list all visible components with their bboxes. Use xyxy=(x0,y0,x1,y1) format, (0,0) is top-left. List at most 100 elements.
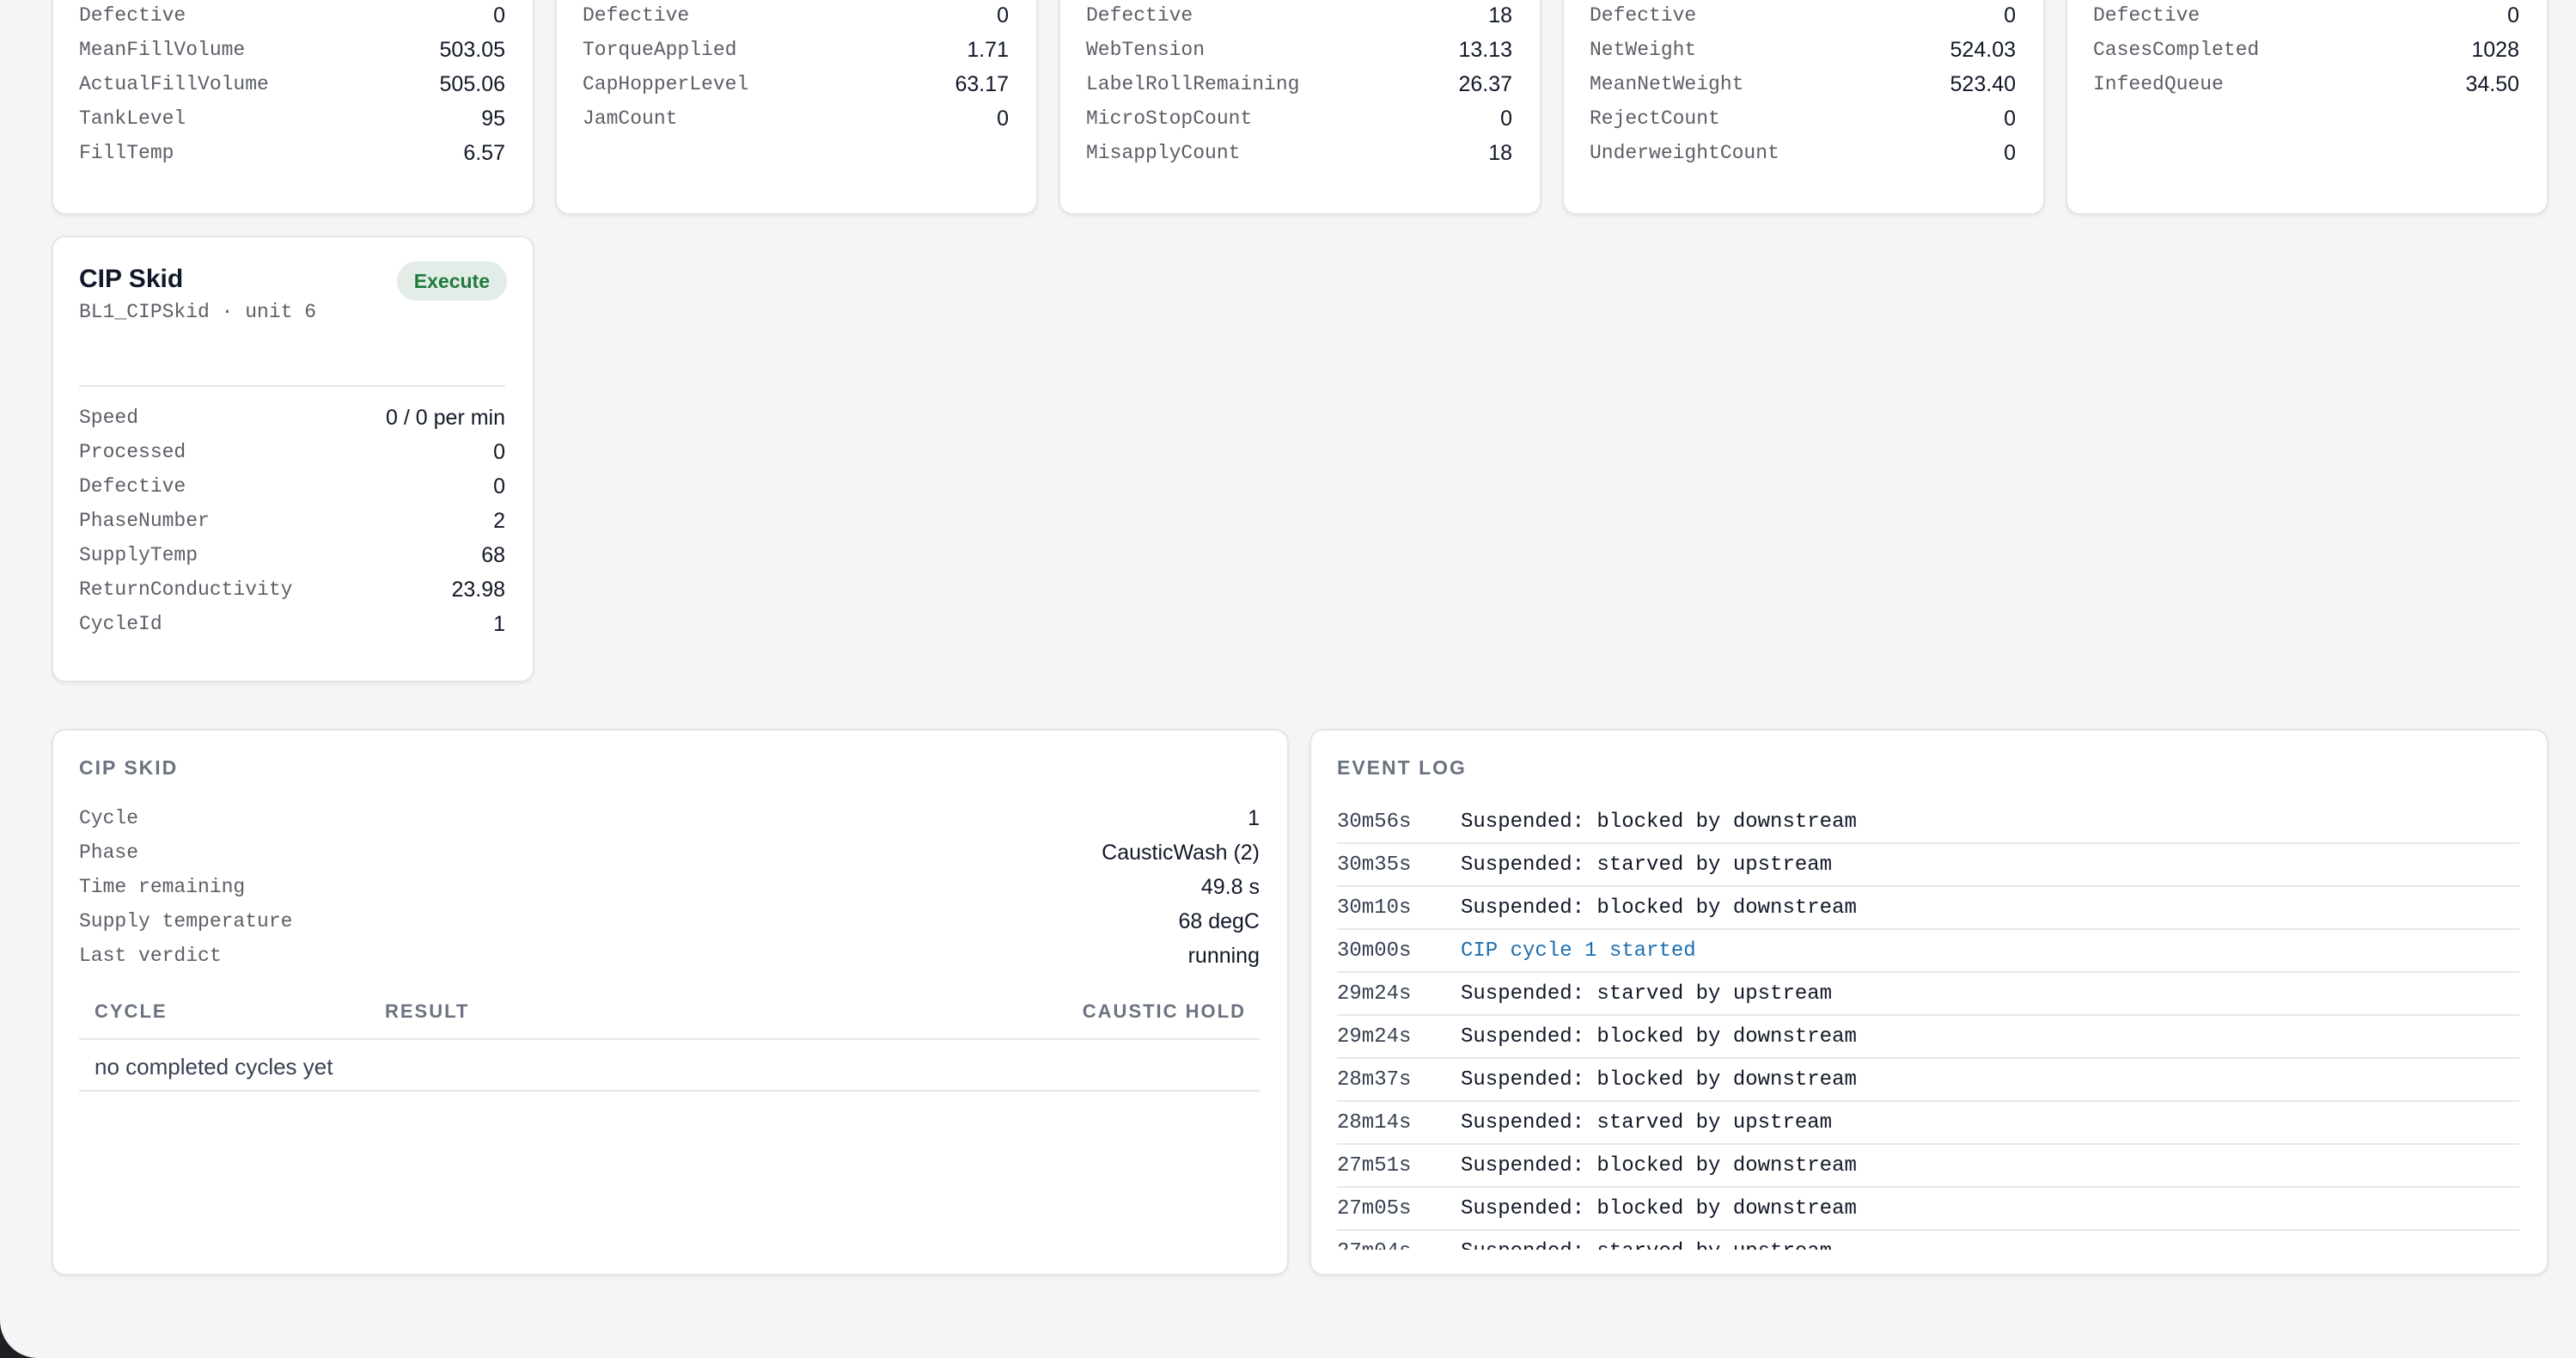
metric-label: SupplyTemp xyxy=(79,544,198,566)
metric-value: 1028 xyxy=(2471,37,2519,62)
log-message: Suspended: blocked by downstream xyxy=(1461,1153,1857,1178)
log-message: Suspended: blocked by downstream xyxy=(1461,896,1857,920)
log-entry: 27m04sSuspended: starved by upstream xyxy=(1337,1231,2519,1251)
log-message: Suspended: blocked by downstream xyxy=(1461,810,1857,834)
unit-title: CIP Skid xyxy=(79,265,184,293)
metric-label: Defective xyxy=(1086,4,1193,27)
info-row: Time remaining 49.8 s xyxy=(79,870,1260,904)
unit-card-cip-skid[interactable]: CIP Skid BL1_CIPSkid · unit 6 Execute Sp… xyxy=(52,236,534,682)
divider xyxy=(79,385,505,387)
log-entry: 28m14s Suspended: starved by upstream xyxy=(1337,1102,2519,1145)
metric-row: Defective 0 xyxy=(583,0,1009,33)
metric-value: 0 xyxy=(2507,3,2519,28)
metric-label: WebTension xyxy=(1086,39,1206,61)
metric-value: 2 xyxy=(493,508,505,533)
metric-row: CapHopperLevel 63.17 xyxy=(583,67,1009,101)
metric-label: Processed xyxy=(79,441,186,463)
log-message: Suspended: blocked by downstream xyxy=(1461,1067,1857,1092)
metric-row: MicroStopCount 0 xyxy=(1086,101,1512,136)
metric-label: MeanNetWeight xyxy=(1590,73,1744,95)
metric-value: 0 xyxy=(2004,140,2016,165)
metric-row: LabelRollRemaining 26.37 xyxy=(1086,67,1512,101)
metric-value: 63.17 xyxy=(955,71,1009,96)
info-row: Supply temperature 68 degC xyxy=(79,904,1260,939)
metric-label: NetWeight xyxy=(1590,39,1697,61)
metric-value: 68 xyxy=(481,542,505,567)
log-time: 30m56s xyxy=(1337,810,1412,834)
metric-row: MeanFillVolume 503.05 xyxy=(79,33,505,67)
metric-row: ReturnConductivity 23.98 xyxy=(79,572,505,607)
event-log-panel: EVENT LOG 30m56s Suspended: blocked by do… xyxy=(1309,729,2549,1275)
dashboard-page: Defective 0 MeanFillVolume 503.05 ActualFi… xyxy=(0,0,2576,1358)
log-message: Suspended: starved by upstream xyxy=(1461,1110,1833,1135)
info-label: Supply temperature xyxy=(79,910,293,933)
unit-card-filler: Defective 0 MeanFillVolume 503.05 ActualFi… xyxy=(52,0,534,215)
metric-value: 0 xyxy=(1500,106,1512,131)
metric-row: MisapplyCount 18 xyxy=(1086,136,1512,170)
column-header-result: RESULT xyxy=(385,1000,470,1022)
log-entry: 29m24s Suspended: blocked by downstream xyxy=(1337,1016,2519,1059)
column-header-cycle: CYCLE xyxy=(95,1000,168,1022)
metric-value: 0 xyxy=(997,3,1009,28)
log-entry: 27m51s Suspended: blocked by downstream xyxy=(1337,1145,2519,1188)
log-entry: 28m37s Suspended: blocked by downstream xyxy=(1337,1059,2519,1102)
metric-label: CapHopperLevel xyxy=(583,73,749,95)
log-time: 29m24s xyxy=(1337,982,1412,1006)
metric-row: CycleId 1 xyxy=(79,607,505,641)
metric-value: 0 xyxy=(493,3,505,28)
log-time: 30m00s xyxy=(1337,939,1412,963)
log-message: CIP cycle 1 started xyxy=(1461,939,1696,963)
metric-label: LabelRollRemaining xyxy=(1086,73,1300,95)
metric-value: 6.57 xyxy=(463,140,505,165)
metric-value: 26.37 xyxy=(1458,71,1512,96)
info-row: Cycle 1 xyxy=(79,801,1260,835)
info-label: Last verdict xyxy=(79,945,222,967)
metric-label: Defective xyxy=(583,4,690,27)
metric-row: TankLevel 95 xyxy=(79,101,505,136)
column-header-caustic-hold: CAUSTIC HOLD xyxy=(1082,1000,1246,1022)
event-log-list[interactable]: 30m56s Suspended: blocked by downstream 3… xyxy=(1311,801,2547,1250)
info-row: Phase CausticWash (2) xyxy=(79,835,1260,870)
metric-row: FillTemp 6.57 xyxy=(79,136,505,170)
metric-row: RejectCount 0 xyxy=(1590,101,2016,136)
metric-value: 0 xyxy=(493,474,505,499)
metric-value: 18 xyxy=(1488,140,1512,165)
metric-row: Speed 0 / 0 per min xyxy=(79,401,505,435)
metric-label: RejectCount xyxy=(1590,107,1720,130)
metric-value: 13.13 xyxy=(1458,37,1512,62)
metric-row: ActualFillVolume 505.06 xyxy=(79,67,505,101)
info-value: running xyxy=(1187,943,1260,968)
metric-row: MeanNetWeight 523.40 xyxy=(1590,67,2016,101)
metric-row: InfeedQueue 34.50 xyxy=(2093,67,2519,101)
log-message: Suspended: starved by upstream xyxy=(1461,1240,1832,1251)
log-entry: 30m10s Suspended: blocked by downstream xyxy=(1337,887,2519,930)
metric-value: 505.06 xyxy=(439,71,505,96)
log-message: Suspended: blocked by downstream xyxy=(1461,1025,1857,1049)
metric-label: TorqueApplied xyxy=(583,39,737,61)
metric-row: JamCount 0 xyxy=(583,101,1009,136)
metric-value: 503.05 xyxy=(439,37,505,62)
unit-card-casepacker: Defective 0 CasesCompleted 1028 InfeedQueu… xyxy=(2066,0,2549,215)
panel-title: CIP SKID xyxy=(79,756,179,779)
log-time: 28m14s xyxy=(1337,1110,1412,1135)
metric-row: WebTension 13.13 xyxy=(1086,33,1512,67)
metric-value: 0 / 0 per min xyxy=(386,405,505,430)
metric-label: MeanFillVolume xyxy=(79,39,246,61)
metric-value: 1 xyxy=(493,611,505,636)
metric-value: 0 xyxy=(997,106,1009,131)
metric-label: PhaseNumber xyxy=(79,510,210,532)
metric-value: 0 xyxy=(493,439,505,464)
unit-subtitle: BL1_CIPSkid · unit 6 xyxy=(79,301,317,323)
info-row: Last verdict running xyxy=(79,939,1260,973)
metric-row: PhaseNumber 2 xyxy=(79,504,505,538)
info-value: CausticWash (2) xyxy=(1102,840,1260,865)
metric-value: 18 xyxy=(1488,3,1512,28)
log-time: 27m51s xyxy=(1337,1153,1412,1178)
metric-row: CasesCompleted 1028 xyxy=(2093,33,2519,67)
panel-title: EVENT LOG xyxy=(1337,756,1467,779)
metric-label: Defective xyxy=(1590,4,1697,27)
metric-row: UnderweightCount 0 xyxy=(1590,136,2016,170)
log-message: Suspended: starved by upstream xyxy=(1461,853,1833,877)
metric-row: SupplyTemp 68 xyxy=(79,538,505,572)
log-entry: 29m24s Suspended: starved by upstream xyxy=(1337,973,2519,1016)
